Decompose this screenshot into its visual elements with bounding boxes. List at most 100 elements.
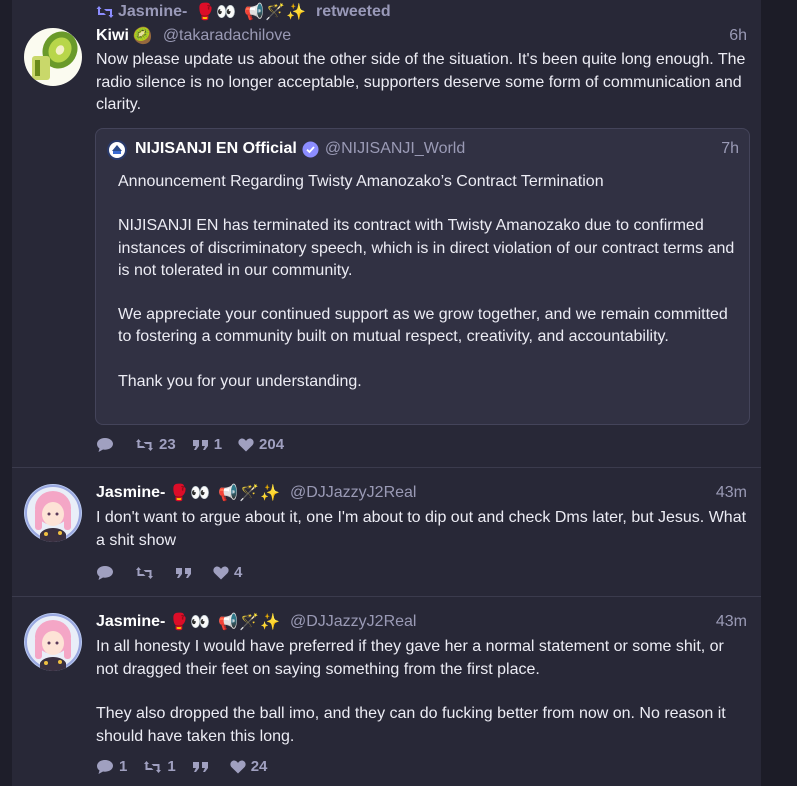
heart-icon: [230, 759, 246, 773]
quote-icon: [192, 439, 208, 450]
quote-paragraph: Thank you for your understanding.: [118, 372, 362, 390]
reblog-button[interactable]: 23: [135, 436, 176, 453]
nijisanji-logo-icon: [110, 143, 124, 157]
like-count: 24: [250, 758, 268, 775]
like-count: 204: [259, 436, 285, 453]
sparkles-emoji: ✨: [260, 485, 280, 502]
like-button[interactable]: 4: [213, 564, 242, 581]
heart-icon: [238, 437, 254, 451]
kiwi-avatar-image: [24, 28, 82, 86]
retweet-icon: [136, 438, 153, 451]
status-card[interactable]: Jasmine- 🥊 👀 📢 🪄 ✨ retweeted Kiwi 🥝 @tak…: [12, 0, 761, 468]
quote-button[interactable]: 1: [192, 436, 222, 453]
retweet-icon: [136, 566, 153, 579]
eyes-emoji: 👀: [216, 4, 237, 21]
reply-icon: [97, 759, 113, 774]
timestamp[interactable]: 43m: [716, 484, 747, 502]
timestamp[interactable]: 43m: [716, 613, 747, 631]
like-button[interactable]: 204: [238, 436, 284, 453]
sparkles-emoji: ✨: [286, 4, 306, 21]
megaphone-emoji: 📢: [244, 4, 265, 21]
like-button[interactable]: 24: [230, 758, 268, 775]
magic-wand-emoji: 🪄: [239, 614, 260, 631]
account-handle[interactable]: @DJJazzyJ2Real: [290, 613, 417, 631]
megaphone-emoji: 📢: [218, 614, 239, 631]
like-count: 4: [234, 564, 243, 581]
quote-timestamp[interactable]: 7h: [721, 140, 739, 158]
account-handle[interactable]: @takaradachilove: [163, 27, 291, 45]
display-name-emoji: 🥊 👀 📢 🪄 ✨: [169, 483, 280, 503]
reply-icon: [97, 565, 113, 580]
boxing-glove-emoji: 🥊: [169, 485, 190, 502]
avatar[interactable]: [24, 484, 82, 542]
retweet-icon: [96, 6, 114, 18]
quote-button[interactable]: [175, 567, 197, 579]
display-name[interactable]: Jasmine-: [96, 613, 165, 631]
eyes-emoji: 👀: [190, 614, 211, 631]
avatar[interactable]: [24, 613, 82, 671]
status-card[interactable]: Jasmine- 🥊 👀 📢 🪄 ✨ @DJJazzyJ2Real 43m In…: [12, 597, 761, 786]
status-actions: 4: [96, 564, 242, 581]
quote-icon: [176, 567, 191, 578]
quote-count: 1: [213, 436, 223, 453]
reblog-count: 23: [159, 436, 176, 453]
kiwi-emoji: 🥝: [132, 28, 153, 45]
retweet-icon: [144, 760, 162, 773]
jasmine-avatar-image: [24, 613, 82, 671]
scrollbar-gutter[interactable]: [761, 0, 797, 786]
megaphone-emoji: 📢: [218, 485, 239, 502]
reply-button[interactable]: [96, 565, 119, 581]
status-content: Now please update us about the other sid…: [96, 49, 747, 117]
quote-icon: [192, 761, 208, 772]
heart-icon: [213, 565, 229, 579]
reblogger-emoji: 🥊 👀 📢 🪄 ✨: [195, 2, 306, 22]
reply-count: 1: [119, 758, 128, 775]
reply-button[interactable]: [96, 437, 119, 453]
reply-icon: [97, 437, 113, 452]
quote-header: NIJISANJI EN Official @NIJISANJI_World 7…: [135, 140, 739, 158]
content-paragraph: Now please update us about the other sid…: [96, 51, 746, 113]
quote-avatar: [107, 140, 127, 160]
content-paragraph: I don't want to argue about it, one I'm …: [96, 509, 747, 549]
avatar[interactable]: [24, 28, 82, 86]
magic-wand-emoji: 🪄: [265, 4, 286, 21]
quote-paragraph: NIJISANJI EN has terminated its contract…: [118, 217, 735, 279]
reblog-button[interactable]: 1: [143, 758, 176, 775]
quote-paragraph: Announcement Regarding Twisty Amanozako’…: [118, 173, 604, 190]
reblog-button[interactable]: [135, 566, 159, 580]
reply-button[interactable]: 1: [96, 758, 127, 775]
status-header: Kiwi 🥝 @takaradachilove 6h: [96, 26, 747, 46]
content-paragraph: They also dropped the ball imo, and they…: [96, 705, 726, 745]
display-name[interactable]: Jasmine-: [96, 484, 165, 502]
timestamp[interactable]: 6h: [729, 27, 747, 45]
account-handle[interactable]: @DJJazzyJ2Real: [290, 484, 417, 502]
timeline-feed: Jasmine- 🥊 👀 📢 🪄 ✨ retweeted Kiwi 🥝 @tak…: [12, 0, 761, 786]
boxing-glove-emoji: 🥊: [195, 4, 216, 21]
magic-wand-emoji: 🪄: [239, 485, 260, 502]
reblog-count: 1: [167, 758, 176, 775]
eyes-emoji: 👀: [190, 485, 211, 502]
status-actions: 1 1 24: [96, 758, 267, 775]
status-content: In all honesty I would have preferred if…: [96, 636, 747, 748]
quote-button[interactable]: [192, 761, 214, 773]
quote-display-name[interactable]: NIJISANJI EN Official: [135, 140, 297, 158]
content-paragraph: In all honesty I would have preferred if…: [96, 638, 724, 678]
verified-badge-icon: [302, 141, 319, 158]
status-card[interactable]: Jasmine- 🥊 👀 📢 🪄 ✨ @DJJazzyJ2Real 43m I …: [12, 468, 761, 597]
quoted-status[interactable]: NIJISANJI EN Official @NIJISANJI_World 7…: [95, 128, 750, 425]
quote-paragraph: We appreciate your continued support as …: [118, 306, 728, 346]
status-content: I don't want to argue about it, one I'm …: [96, 507, 747, 552]
display-name-emoji: 🥊 👀 📢 🪄 ✨: [169, 612, 280, 632]
status-actions: 23 1 204: [96, 436, 284, 453]
reblog-indicator: Jasmine- 🥊 👀 📢 🪄 ✨ retweeted: [96, 2, 391, 22]
quote-account-handle[interactable]: @NIJISANJI_World: [325, 140, 465, 158]
display-name[interactable]: Kiwi: [96, 27, 129, 45]
status-header: Jasmine- 🥊 👀 📢 🪄 ✨ @DJJazzyJ2Real 43m: [96, 612, 747, 632]
reblogger-name[interactable]: Jasmine-: [118, 3, 187, 21]
display-name-emoji: 🥝: [133, 26, 153, 46]
boxing-glove-emoji: 🥊: [169, 614, 190, 631]
status-header: Jasmine- 🥊 👀 📢 🪄 ✨ @DJJazzyJ2Real 43m: [96, 483, 747, 503]
sparkles-emoji: ✨: [260, 614, 280, 631]
jasmine-avatar-image: [24, 484, 82, 542]
reblog-suffix: retweeted: [315, 3, 391, 20]
